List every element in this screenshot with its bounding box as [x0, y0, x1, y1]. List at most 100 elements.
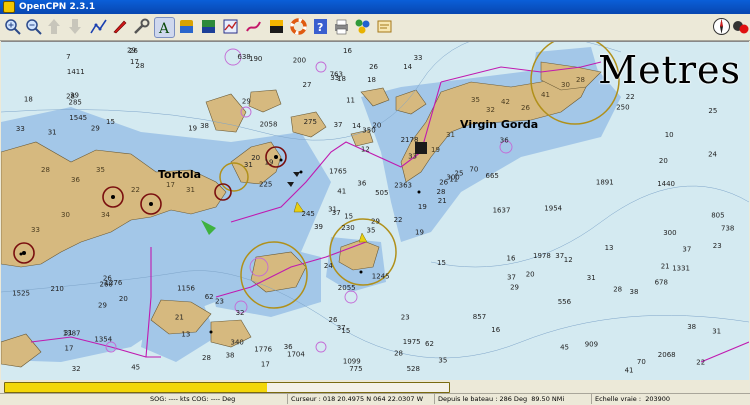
sounding: 1440	[657, 180, 675, 188]
text-icon: A	[158, 21, 170, 37]
sounding: 200	[293, 56, 306, 64]
status-bearing: Depuis le bateau : 286 Deg	[438, 395, 528, 403]
land-height: 36	[71, 176, 80, 184]
status-scale-label: Echelle vraie :	[595, 395, 642, 403]
about-icon	[377, 20, 392, 33]
help-button[interactable]: ?	[311, 17, 330, 36]
sounding: 25	[708, 107, 717, 115]
plugin-button[interactable]	[353, 17, 372, 36]
scale-out-button[interactable]	[66, 17, 85, 36]
sounding: 12	[361, 146, 370, 154]
compass-button[interactable]	[712, 17, 731, 36]
north-islets-land	[248, 89, 282, 113]
sounding: 28	[66, 92, 75, 100]
sounding: 38	[630, 288, 639, 296]
sounding: 1704	[287, 351, 305, 359]
status-distance: 89.50 NMi	[531, 395, 565, 403]
land-height: 30	[561, 81, 570, 89]
text-button[interactable]: A	[154, 17, 175, 38]
sounding: 70	[469, 165, 478, 173]
sounding: 16	[507, 254, 516, 262]
title-bar: OpenCPN 2.3.1	[0, 0, 750, 14]
color-scheme-button[interactable]	[267, 17, 286, 36]
sounding: 26	[369, 63, 378, 71]
sounding: 15	[106, 118, 115, 126]
sounding: 39	[314, 223, 323, 231]
sounding: 38	[687, 323, 696, 331]
sounding: 22	[394, 216, 403, 224]
zoom-out-button[interactable]	[24, 17, 43, 36]
status-scale-value: 203900	[645, 395, 671, 403]
sounding: 230	[341, 224, 354, 232]
sounding: 31	[328, 206, 337, 214]
sounding: 28	[613, 285, 622, 293]
sounding: 16	[343, 47, 352, 55]
land-height: 22	[131, 186, 140, 194]
gps-status-button[interactable]	[731, 17, 750, 36]
sounding: 23	[713, 242, 722, 250]
sounding: 2178	[401, 136, 419, 144]
sounding: 28	[437, 188, 446, 196]
sounding: 62	[205, 293, 214, 301]
sounding: 20	[659, 157, 668, 165]
sounding: 350	[362, 127, 375, 135]
sounding: 29	[371, 218, 380, 226]
route-manager-button[interactable]	[221, 17, 240, 36]
current-button[interactable]	[177, 17, 196, 36]
ship-icon	[113, 20, 127, 34]
app-icon	[3, 1, 15, 13]
zoom-in-button[interactable]	[3, 17, 22, 36]
land-height: 30	[61, 211, 70, 219]
sounding: 36	[500, 136, 509, 144]
sounding: 21	[175, 313, 184, 321]
sounding: 19	[265, 159, 274, 167]
sounding: 31	[712, 328, 721, 336]
route-button[interactable]	[89, 17, 108, 36]
about-button[interactable]	[375, 17, 394, 36]
sounding: 805	[711, 212, 724, 220]
track-button[interactable]	[244, 17, 263, 36]
sounding: 19	[415, 229, 424, 237]
sounding: 41	[625, 366, 634, 374]
sounding: 33	[414, 54, 423, 62]
scale-in-button[interactable]	[45, 17, 64, 36]
sounding: 210	[51, 285, 64, 293]
sounding: 738	[721, 225, 734, 233]
sounding: 20	[119, 295, 128, 303]
sounding: 13	[605, 244, 614, 252]
status-bearing-distance: Depuis le bateau : 286 Deg 89.50 NMi	[435, 394, 592, 404]
compass-icon	[713, 18, 730, 35]
scale-in-icon	[48, 19, 60, 34]
sounding: 27	[303, 81, 312, 89]
land-height: 35	[96, 166, 105, 174]
sounding: 505	[375, 189, 388, 197]
settings-button[interactable]	[132, 17, 151, 36]
land-height: 28	[576, 76, 585, 84]
sounding: 1891	[596, 179, 614, 187]
sounding: 13	[181, 331, 190, 339]
track-icon	[246, 21, 261, 32]
mob-button[interactable]	[289, 17, 308, 36]
sounding: 17	[65, 344, 74, 352]
sounding: 1331	[672, 264, 690, 272]
follow-ship-button[interactable]	[110, 17, 129, 36]
sounding: 1525	[12, 290, 30, 298]
window-title: OpenCPN 2.3.1	[19, 2, 96, 12]
sounding: 11	[346, 96, 355, 104]
sounding: 15	[344, 212, 353, 220]
chart-canvas[interactable]: 35 29 37 31 26 23 20 19 28 22 25 39 36 45 37 33 20 19 17 13…	[1, 41, 749, 380]
sounding: 19	[188, 125, 197, 133]
sounding: 775	[349, 365, 362, 373]
sounding: 1975	[403, 338, 421, 346]
sounding: 24	[324, 262, 333, 270]
land-height: 17	[166, 181, 175, 189]
sounding: 857	[473, 313, 486, 321]
land-height: 42	[501, 98, 510, 106]
sounding: 19	[418, 203, 427, 211]
sounding: 25	[455, 170, 464, 178]
chart-bar[interactable]	[4, 382, 450, 393]
print-button[interactable]	[332, 17, 351, 36]
depth-units-label: Metres	[598, 48, 741, 92]
sounding: 556	[558, 298, 572, 306]
tide-button[interactable]	[199, 17, 218, 36]
